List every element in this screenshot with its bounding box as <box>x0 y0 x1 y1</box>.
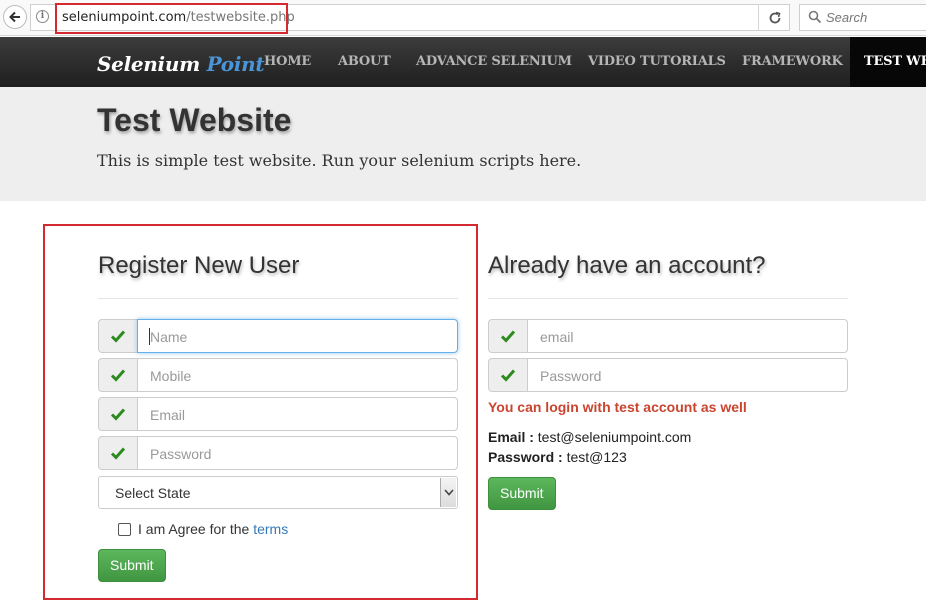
url-highlight-box <box>55 3 288 34</box>
check-icon <box>98 397 138 431</box>
login-email-group: email <box>488 319 848 353</box>
register-divider <box>98 298 458 299</box>
chevron-down-icon[interactable] <box>440 478 456 507</box>
page-subtitle: This is simple test website. Run your se… <box>97 151 582 170</box>
register-password-group: Password <box>98 436 458 470</box>
info-icon[interactable]: i <box>36 10 49 23</box>
password-placeholder: Password <box>150 446 212 462</box>
name-input[interactable]: Name <box>137 319 458 353</box>
brand-logo[interactable]: Selenium Point <box>97 52 265 76</box>
reload-icon <box>769 11 780 23</box>
email-input[interactable]: Email <box>137 397 458 431</box>
nav-item-about[interactable]: ABOUT <box>338 37 391 87</box>
login-submit-button[interactable]: Submit <box>488 477 556 510</box>
login-password-placeholder: Password <box>540 368 602 384</box>
jumbotron: Test Website This is simple test website… <box>0 87 926 201</box>
agree-text: I am Agree for the <box>138 521 250 537</box>
page-title: Test Website <box>97 102 292 138</box>
check-icon <box>98 436 138 470</box>
browser-search-box[interactable]: Search <box>799 4 926 31</box>
test-password-line: Password : test@123 <box>488 449 627 465</box>
check-icon <box>488 358 528 392</box>
name-placeholder: Name <box>150 329 188 345</box>
search-icon <box>808 10 822 24</box>
check-icon <box>98 358 138 392</box>
register-mobile-group: Mobile <box>98 358 458 392</box>
check-icon <box>98 319 138 353</box>
check-icon <box>488 319 528 353</box>
agree-checkbox[interactable] <box>118 523 131 536</box>
login-password-group: Password <box>488 358 848 392</box>
login-password-input[interactable]: Password <box>527 358 848 392</box>
register-email-group: Email <box>98 397 458 431</box>
register-submit-button[interactable]: Submit <box>98 549 166 582</box>
test-email-line: Email : test@seleniumpoint.com <box>488 429 691 445</box>
register-title: Register New User <box>98 252 300 279</box>
password-value: test@123 <box>566 449 627 465</box>
login-email-input[interactable]: email <box>527 319 848 353</box>
site-navbar: Selenium Point HOME ABOUT ADVANCE SELENI… <box>0 37 926 87</box>
nav-item-framework[interactable]: FRAMEWORK <box>742 37 843 87</box>
nav-item-test-website[interactable]: TEST WE <box>850 37 926 87</box>
email-label: Email : <box>488 429 534 445</box>
reload-button[interactable] <box>758 4 790 31</box>
brand-part1: Selenium <box>97 52 200 76</box>
nav-item-video-tutorials[interactable]: VIDEO TUTORIALS <box>588 37 726 87</box>
brand-part2: Point <box>206 52 265 76</box>
nav-item-home[interactable]: HOME <box>264 37 311 87</box>
nav-item-advance-selenium[interactable]: ADVANCE SELENIUM <box>416 37 572 87</box>
state-select-value: Select State <box>115 485 191 501</box>
email-value: test@seleniumpoint.com <box>537 429 692 445</box>
search-placeholder: Search <box>826 10 868 25</box>
login-note: You can login with test account as well <box>488 399 747 415</box>
password-label: Password : <box>488 449 563 465</box>
back-arrow-icon <box>9 11 20 23</box>
terms-link[interactable]: terms <box>253 521 288 537</box>
register-name-group: Name <box>98 319 458 353</box>
agree-label: I am Agree for the terms <box>138 521 288 537</box>
login-title: Already have an account? <box>488 252 766 279</box>
password-input[interactable]: Password <box>137 436 458 470</box>
state-select[interactable]: Select State <box>98 476 458 509</box>
mobile-placeholder: Mobile <box>150 368 192 384</box>
mobile-input[interactable]: Mobile <box>137 358 458 392</box>
email-placeholder: Email <box>150 407 186 423</box>
login-email-placeholder: email <box>540 329 574 345</box>
browser-toolbar: i seleniumpoint.com/testwebsite.php Sear… <box>0 0 926 36</box>
back-button[interactable] <box>3 5 27 29</box>
login-divider <box>488 298 848 299</box>
